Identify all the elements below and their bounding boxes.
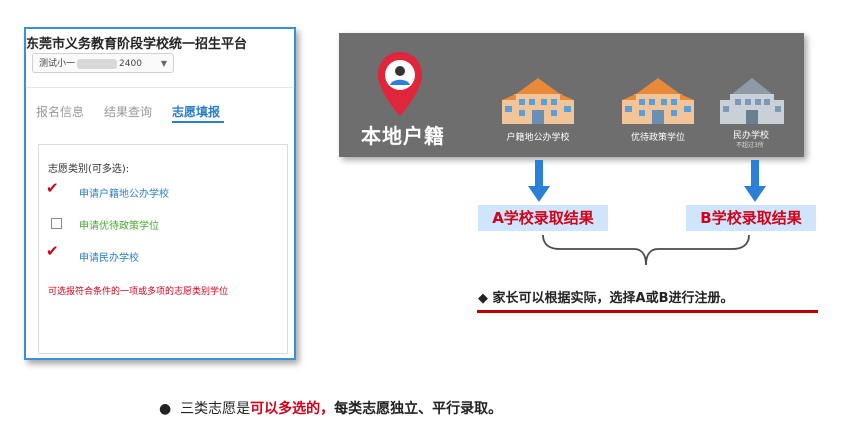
app-title: 东莞市义务教育阶段学校统一招生平台: [26, 37, 248, 52]
checkbox-preferential[interactable]: [51, 218, 62, 229]
checkmark-icon[interactable]: ✔: [46, 179, 59, 197]
preferential-school-icon: [622, 78, 694, 124]
diamond-bullet-icon: ◆: [478, 291, 488, 306]
chevron-down-icon: ▼: [160, 59, 167, 68]
user-select-prefix: 测试小一: [39, 59, 76, 69]
tab-result-query[interactable]: 结果查询: [104, 103, 152, 120]
form-hint: 可选报符合条件的一项或多项的志愿类别学位: [48, 287, 229, 297]
result-box-b: B学校录取结果: [686, 205, 816, 231]
arrow-down-icon: [744, 160, 766, 202]
option-private-school[interactable]: 申请民办学校: [79, 249, 139, 264]
note-underline: [477, 310, 818, 313]
parent-note-text: 家长可以根据实际，选择A或B进行注册。: [492, 291, 734, 306]
checkmark-icon[interactable]: ✔: [46, 242, 59, 260]
redacted-text: [77, 58, 118, 69]
school-label-preferential: 优待政策学位: [630, 133, 685, 143]
preference-form: [38, 144, 288, 354]
tab-signup-info[interactable]: 报名信息: [36, 103, 84, 120]
divider: [26, 87, 294, 88]
school-sublabel-private: 不超过3所: [736, 142, 764, 149]
option-household-public[interactable]: 申请户籍地公办学校: [79, 185, 169, 200]
circle-bullet-icon: ●: [159, 401, 172, 417]
tab-preference-fill[interactable]: 志愿填报: [172, 103, 220, 120]
option-preferential-policy[interactable]: 申请优待政策学位: [79, 217, 159, 232]
arrow-down-icon: [528, 160, 550, 202]
summary-caption: ● 三类志愿是可以多选的，每类志愿独立、平行录取。: [159, 398, 502, 418]
caption-plain: 三类志愿是: [180, 401, 251, 417]
user-select-suffix: 2400: [119, 59, 142, 69]
result-box-a: A学校录取结果: [478, 205, 608, 231]
enrollment-app-panel: 东莞市义务教育阶段学校统一招生平台 测试小一 2400 ▼ 报名信息 结果查询 志愿…: [24, 27, 296, 360]
user-select[interactable]: 测试小一 2400 ▼: [32, 53, 174, 73]
caption-red: 可以多选的，: [250, 401, 335, 417]
private-school-icon: [720, 78, 784, 124]
parent-note: ◆ 家长可以根据实际，选择A或B进行注册。: [478, 287, 734, 306]
banner-label: 本地户籍: [361, 124, 445, 148]
category-label: 志愿类别(可多选):: [48, 164, 130, 175]
brace-connector: [542, 234, 750, 266]
school-label-public: 户籍地公办学校: [506, 133, 570, 143]
location-pin-icon: [378, 52, 422, 116]
active-tab-indicator: [172, 121, 224, 123]
caption-bold: 每类志愿独立、平行录取。: [334, 401, 503, 417]
public-school-icon: [502, 78, 574, 124]
